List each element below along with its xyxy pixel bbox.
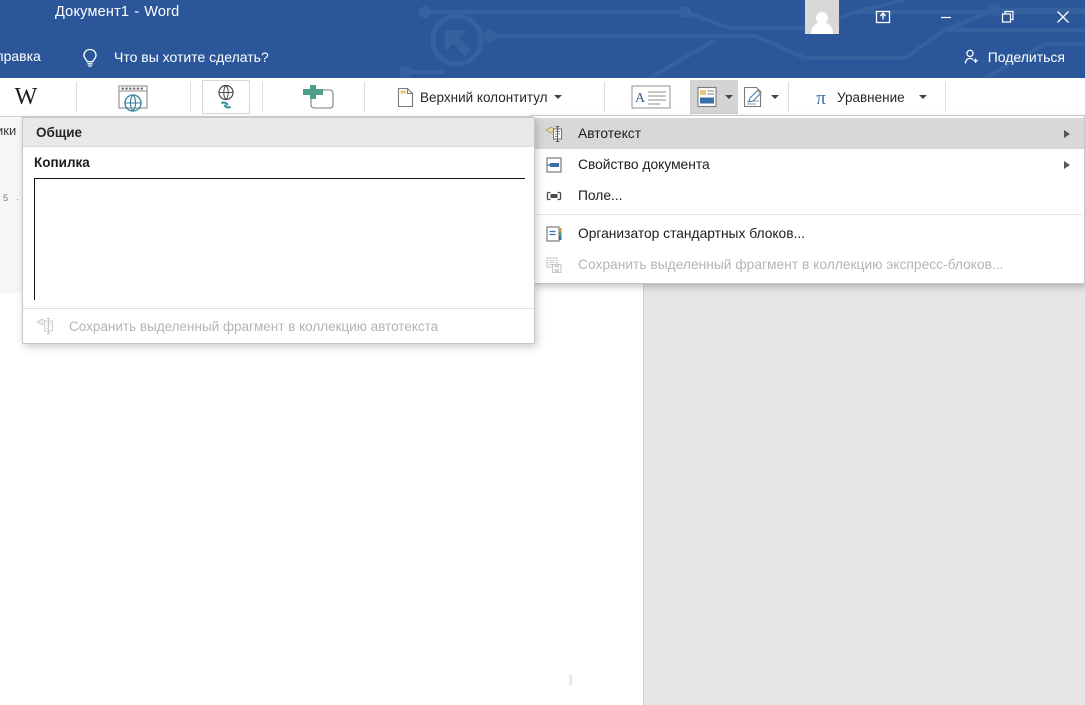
close-icon — [1056, 11, 1069, 23]
menu-item-autotext-label: Автотекст — [578, 126, 642, 141]
ribbon-toolbar: W Верхний колонтитул A π Уравнение — [0, 78, 1085, 117]
autotext-gallery-flyout: Общие Копилка Сохранить выделенный фрагм… — [22, 117, 535, 344]
restore-button[interactable] — [985, 0, 1031, 34]
chevron-down-icon[interactable] — [553, 95, 562, 99]
window-title: Документ1- Word — [55, 4, 179, 20]
share-button[interactable]: Поделиться — [963, 48, 1065, 66]
tab-help[interactable]: правка — [0, 48, 41, 64]
ribbon-separator — [190, 82, 191, 112]
ribbon-options-icon — [875, 10, 891, 24]
minimize-icon — [941, 16, 951, 19]
ribbon-button-quick-parts[interactable] — [690, 80, 738, 114]
wikipedia-w-icon: W — [15, 84, 38, 110]
tellme-row: правка Что вы хотите сделать? Поделиться — [0, 40, 1085, 78]
ribbon-button-wikipedia[interactable]: W — [4, 80, 48, 114]
menu-item-save-selection-quick-parts-label: Сохранить выделенный фрагмент в коллекци… — [578, 257, 1004, 272]
autotext-group-name: Копилка — [34, 155, 90, 170]
ribbon-label-header: Верхний колонтитул — [420, 89, 548, 105]
ruler-left-tab-label: ики — [0, 123, 17, 138]
lightbulb-icon — [80, 47, 100, 76]
document-property-icon — [544, 155, 564, 175]
text-cursor: ∥ — [568, 674, 574, 686]
quick-parts-dropdown-menu: Автотекст Свойство документа Поле... Орг… — [531, 115, 1085, 284]
autotext-gallery-entry[interactable] — [34, 178, 525, 300]
ribbon-separator — [76, 82, 77, 112]
save-selection-icon — [544, 255, 564, 275]
title-bar: Документ1- Word правка Что вы хотите сде… — [0, 0, 1085, 78]
field-icon — [544, 186, 564, 206]
minimize-button[interactable] — [923, 0, 969, 34]
online-video-icon — [118, 85, 148, 112]
save-selection-autotext-icon — [35, 316, 55, 336]
chevron-down-icon[interactable] — [725, 95, 733, 99]
menu-item-building-blocks-organizer[interactable]: Организатор стандартных блоков... — [532, 218, 1084, 249]
signature-line-icon — [743, 86, 762, 108]
ribbon-separator — [364, 82, 365, 112]
menu-item-save-selection-quick-parts: Сохранить выделенный фрагмент в коллекци… — [532, 249, 1084, 280]
autotext-save-selection-button: Сохранить выделенный фрагмент в коллекци… — [23, 308, 534, 343]
autotext-save-selection-label: Сохранить выделенный фрагмент в коллекци… — [69, 318, 439, 334]
autotext-icon — [544, 124, 564, 144]
menu-item-field[interactable]: Поле... — [532, 180, 1084, 211]
submenu-arrow-icon — [1064, 129, 1070, 138]
ribbon-button-equation[interactable]: π Уравнение — [806, 80, 932, 114]
hyperlink-globe-icon — [218, 84, 234, 109]
app-name: Word — [144, 4, 180, 20]
word-window: Документ1- Word правка Что вы хотите сде… — [0, 0, 1085, 705]
new-comment-icon — [303, 85, 334, 109]
menu-item-building-blocks-organizer-label: Организатор стандартных блоков... — [578, 226, 806, 241]
restore-icon — [1001, 10, 1014, 23]
svg-text:A: A — [635, 91, 646, 106]
quick-parts-icon — [697, 86, 717, 108]
avatar[interactable] — [805, 0, 839, 34]
menu-item-document-property-label: Свойство документа — [578, 157, 710, 172]
menu-item-autotext[interactable]: Автотекст — [532, 118, 1084, 149]
share-person-icon — [964, 49, 978, 64]
ruler-tick — [17, 199, 18, 200]
ribbon-button-signature-line[interactable] — [736, 80, 784, 114]
vertical-ruler[interactable]: ики 5 — [0, 117, 24, 293]
ribbon-button-header[interactable]: Верхний колонтитул — [392, 80, 567, 114]
building-blocks-organizer-icon — [544, 224, 564, 244]
svg-text:π: π — [816, 88, 826, 108]
ribbon-separator — [604, 82, 605, 112]
ribbon-label-equation: Уравнение — [837, 89, 905, 105]
ribbon-button-new-comment[interactable] — [290, 80, 344, 114]
ribbon-separator — [945, 82, 946, 112]
svg-text:W: W — [15, 84, 38, 110]
document-name: Документ1 — [55, 4, 130, 20]
pi-icon: π — [816, 88, 826, 108]
menu-item-field-label: Поле... — [578, 188, 623, 203]
avatar-body-icon — [811, 22, 833, 34]
text-box-icon: A — [631, 85, 671, 109]
ribbon-button-hyperlink[interactable] — [202, 80, 250, 114]
chevron-down-icon[interactable] — [918, 95, 927, 99]
close-button[interactable] — [1040, 0, 1085, 34]
ribbon-separator — [262, 82, 263, 112]
menu-item-document-property[interactable]: Свойство документа — [532, 149, 1084, 180]
share-label: Поделиться — [987, 49, 1065, 65]
ribbon-separator — [788, 82, 789, 112]
ruler-mark: 5 — [3, 193, 9, 203]
submenu-arrow-icon — [1064, 160, 1070, 169]
chevron-down-icon[interactable] — [771, 95, 779, 99]
autotext-gallery-header: Общие — [23, 118, 534, 147]
ribbon-display-options-button[interactable] — [860, 0, 906, 34]
tellme-search-input[interactable]: Что вы хотите сделать? — [114, 49, 269, 65]
title-separator: - — [134, 4, 140, 20]
ribbon-button-online-video[interactable] — [106, 80, 160, 114]
menu-separator — [534, 214, 1082, 215]
header-page-icon — [397, 87, 414, 107]
ribbon-button-text-box[interactable]: A — [626, 80, 676, 114]
